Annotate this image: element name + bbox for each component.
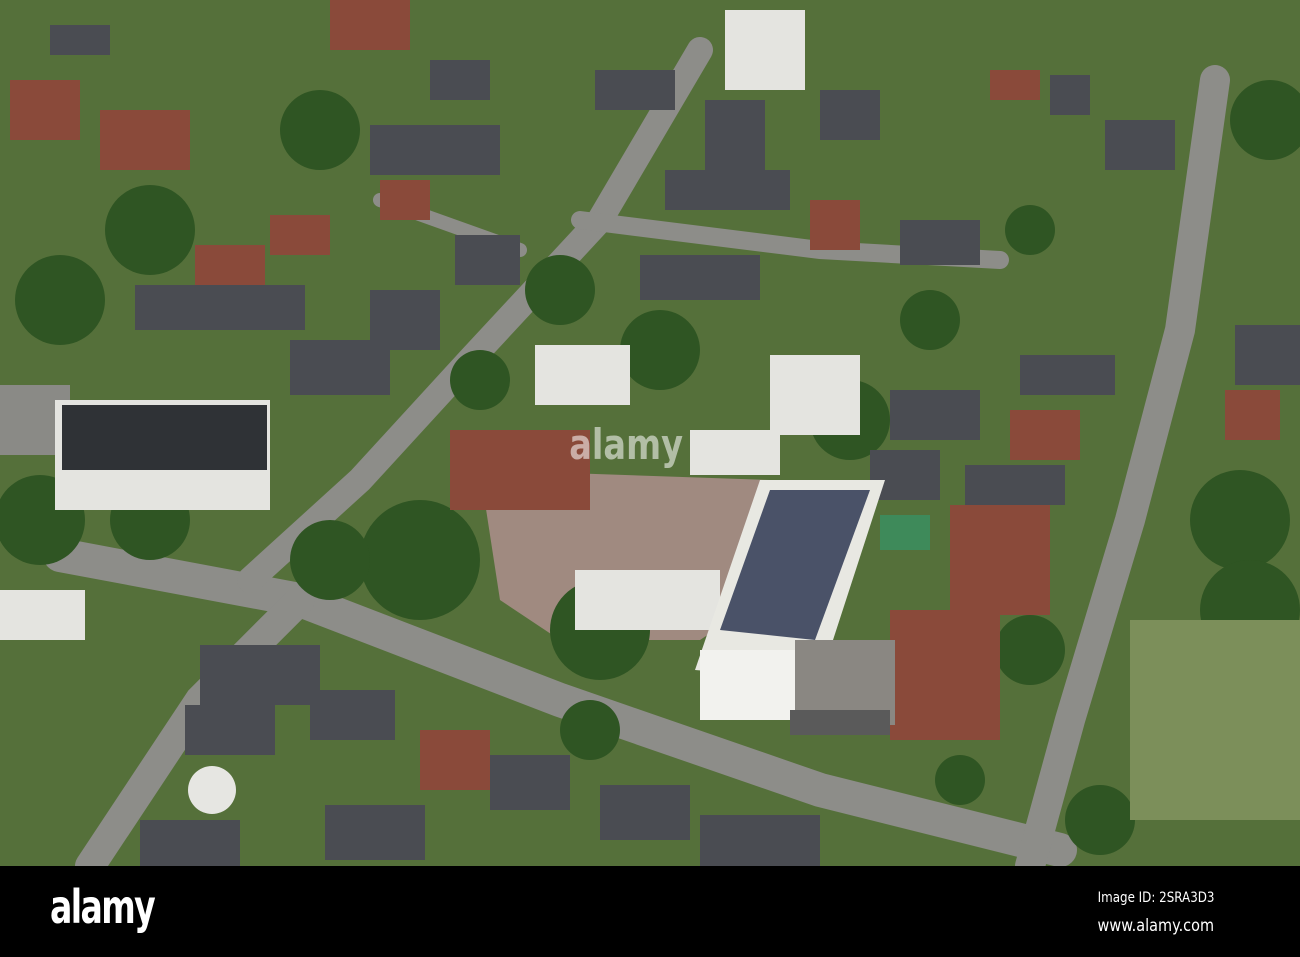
sports-court	[880, 515, 930, 550]
site-url: www.alamy.com	[1097, 916, 1214, 936]
watermark-logo: alamy	[569, 420, 684, 469]
stock-photo: alamy alamy Image ID: 2SRA3D3 www.alamy.…	[0, 0, 1300, 957]
footer-bar: alamy Image ID: 2SRA3D3 www.alamy.com	[0, 866, 1300, 957]
alamy-logo: alamy	[50, 880, 156, 934]
cemetery	[1130, 620, 1300, 820]
image-id: Image ID: 2SRA3D3	[1097, 890, 1214, 906]
gym-roof	[62, 405, 267, 470]
water-tower	[188, 766, 236, 814]
